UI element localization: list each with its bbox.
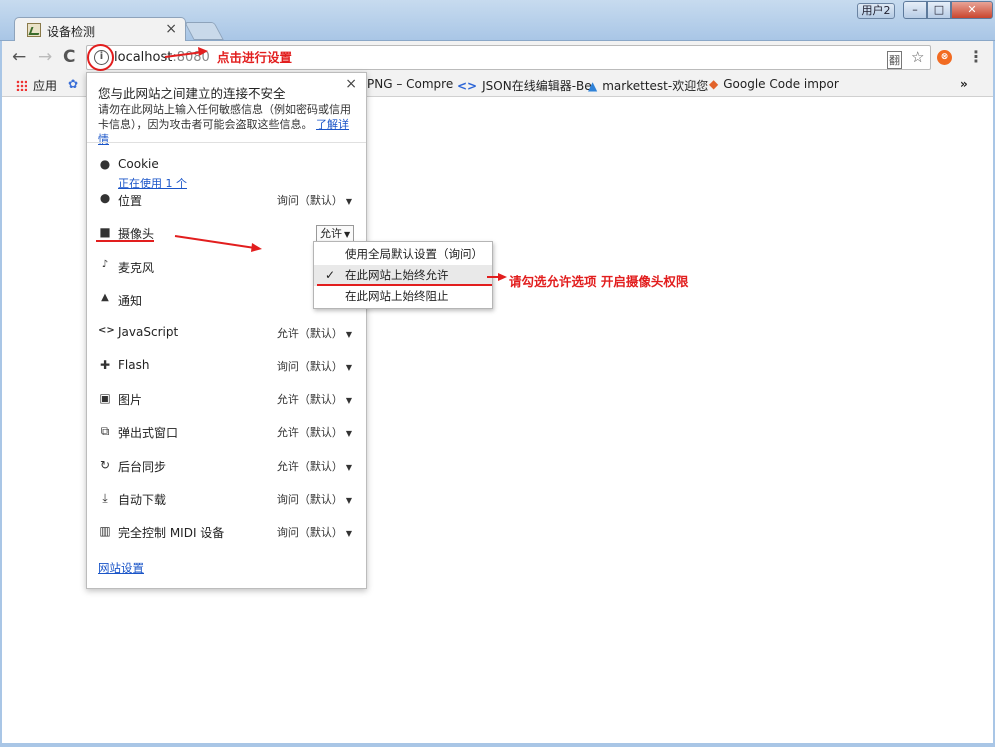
puzzle-icon: ✚ — [99, 358, 111, 372]
perm-value-select[interactable]: 询问（默认） ▼ — [277, 192, 352, 208]
perm-value-select[interactable]: 允许（默认） ▼ — [277, 325, 352, 341]
window-border-bottom — [0, 743, 995, 747]
code-icon: <> — [98, 325, 115, 336]
bookmarks-overflow-icon[interactable]: » — [960, 77, 968, 91]
midi-icon: ▥ — [99, 524, 111, 538]
tab-active[interactable]: 设备检测 × — [14, 17, 186, 42]
popup-window-icon: ⧉ — [100, 424, 110, 438]
perm-value-select[interactable]: 允许（默认） ▼ — [277, 391, 352, 407]
tab-title: 设备检测 — [47, 25, 96, 39]
minimize-button[interactable]: – — [903, 1, 927, 19]
bookmark-gitlab[interactable]: ◆ Google Code impor — [709, 77, 839, 91]
translate-icon[interactable]: 翻 — [887, 51, 902, 69]
tab-close-icon[interactable]: × — [165, 21, 177, 37]
bookmark-markettest[interactable]: ▲ markettest-欢迎您 — [588, 77, 708, 94]
bookmark-star-icon[interactable]: ☆ — [911, 48, 924, 66]
perm-popups[interactable]: ⧉ 弹出式窗口 允许（默认） ▼ — [98, 424, 358, 442]
location-icon: ⬤ — [99, 194, 111, 204]
close-window-button[interactable]: ✕ — [951, 1, 993, 19]
perm-label: Flash — [118, 358, 150, 372]
perm-label: 完全控制 MIDI 设备 — [118, 526, 225, 540]
paw-icon: ✿ — [68, 77, 79, 91]
perm-label: 后台同步 — [118, 460, 167, 474]
gitlab-icon: ◆ — [709, 77, 719, 91]
dropdown-option-default[interactable]: 使用全局默认设置（询问） — [314, 244, 492, 265]
title-bar: 设备检测 × 用户2 – □ ✕ — [0, 0, 995, 42]
cookie-icon: ● — [99, 157, 111, 171]
perm-cookie-label: Cookie — [118, 157, 159, 171]
perm-value-select[interactable]: 询问（默认） ▼ — [277, 358, 352, 374]
page-favicon-icon — [27, 23, 41, 37]
camera-underline — [96, 240, 154, 242]
perm-label: 通知 — [118, 294, 143, 308]
perm-value-select[interactable]: 询问（默认） ▼ — [277, 491, 352, 507]
perm-label: 位置 — [118, 194, 143, 208]
url-text[interactable]: localhost:8080 — [114, 50, 210, 65]
allow-option-underline — [317, 284, 492, 286]
apps-icon — [16, 80, 27, 91]
camera-icon: ■ — [99, 225, 111, 239]
perm-label: 弹出式窗口 — [118, 426, 179, 440]
image-icon: ▣ — [99, 391, 111, 405]
sync-icon: ↻ — [99, 458, 111, 472]
annotation-click-setting: 点击进行设置 — [217, 50, 293, 65]
mic-icon: ♪ — [101, 259, 109, 270]
browser-toolbar: ← → C i localhost:8080 翻 ☆ ⊗ ⋮ — [0, 41, 995, 73]
window-border-left — [0, 41, 2, 747]
maximize-button[interactable]: □ — [927, 1, 951, 19]
perm-auto-download[interactable]: ⤓ 自动下载 询问（默认） ▼ — [98, 491, 358, 509]
download-icon: ⤓ — [102, 491, 108, 505]
cookies-in-use-link[interactable]: 正在使用 1 个 — [118, 175, 187, 191]
forward-button[interactable]: → — [38, 47, 52, 67]
annotation-allow-camera: 请勾选允许选项 开启摄像头权限 — [509, 274, 689, 289]
perm-value-select[interactable]: 允许（默认） ▼ — [277, 424, 352, 440]
bookmark-png[interactable]: PNG – Compre — [367, 77, 453, 91]
site-settings-link[interactable]: 网站设置 — [98, 560, 144, 576]
perm-cookie: ● Cookie — [98, 157, 358, 175]
perm-midi[interactable]: ▥ 完全控制 MIDI 设备 询问（默认） ▼ — [98, 524, 358, 542]
perm-value-select[interactable]: 允许（默认） ▼ — [277, 458, 352, 474]
info-highlight-circle — [87, 44, 114, 71]
perm-label: 麦克风 — [118, 261, 155, 275]
reload-button[interactable]: C — [63, 47, 75, 67]
connection-warning-title: 您与此网站之间建立的连接不安全 — [98, 86, 286, 101]
arrow-head — [498, 273, 507, 281]
connection-warning-body: 请勿在此网站上输入任何敏感信息（例如密码或信用卡信息），因为攻击者可能会盗取这些… — [98, 103, 351, 146]
perm-label: 自动下载 — [118, 493, 167, 507]
perm-background-sync[interactable]: ↻ 后台同步 允许（默认） ▼ — [98, 458, 358, 476]
perm-location[interactable]: ⬤ 位置 询问（默认） ▼ — [98, 192, 358, 210]
dropdown-option-always-block[interactable]: 在此网站上始终阻止 — [314, 286, 492, 307]
bookmark-json[interactable]: <> JSON在线编辑器-Be — [457, 77, 592, 94]
perm-javascript[interactable]: <> JavaScript 允许（默认） ▼ — [98, 325, 358, 343]
perm-value-select[interactable]: 询问（默认） ▼ — [277, 524, 352, 540]
azure-icon: ▲ — [588, 79, 598, 93]
popup-close-icon[interactable]: × — [345, 76, 357, 92]
code-icon: <> — [457, 79, 478, 93]
bell-icon: ▲ — [101, 292, 109, 303]
camera-permission-dropdown: 使用全局默认设置（询问） ✓ 在此网站上始终允许 在此网站上始终阻止 — [313, 241, 493, 309]
chrome-menu-icon[interactable]: ⋮ — [968, 47, 984, 66]
bookmark-apps[interactable]: 应用 — [16, 77, 57, 94]
back-button[interactable]: ← — [12, 47, 26, 67]
bookmark-paw[interactable]: ✿ — [68, 77, 78, 91]
check-icon: ✓ — [325, 268, 336, 282]
dropdown-option-always-allow[interactable]: ✓ 在此网站上始终允许 — [314, 265, 492, 286]
perm-label: 图片 — [118, 393, 143, 407]
perm-images[interactable]: ▣ 图片 允许（默认） ▼ — [98, 391, 358, 409]
address-bar[interactable]: i localhost:8080 翻 ☆ — [86, 44, 931, 71]
perm-flash[interactable]: ✚ Flash 询问（默认） ▼ — [98, 358, 358, 376]
profile-button[interactable]: 用户2 — [857, 3, 895, 19]
site-info-popup: × 您与此网站之间建立的连接不安全 请勿在此网站上输入任何敏感信息（例如密码或信… — [86, 72, 367, 589]
new-tab-button[interactable] — [184, 22, 224, 40]
divider — [87, 142, 366, 143]
extension-icon[interactable]: ⊗ — [937, 50, 952, 65]
perm-label: JavaScript — [118, 325, 179, 339]
